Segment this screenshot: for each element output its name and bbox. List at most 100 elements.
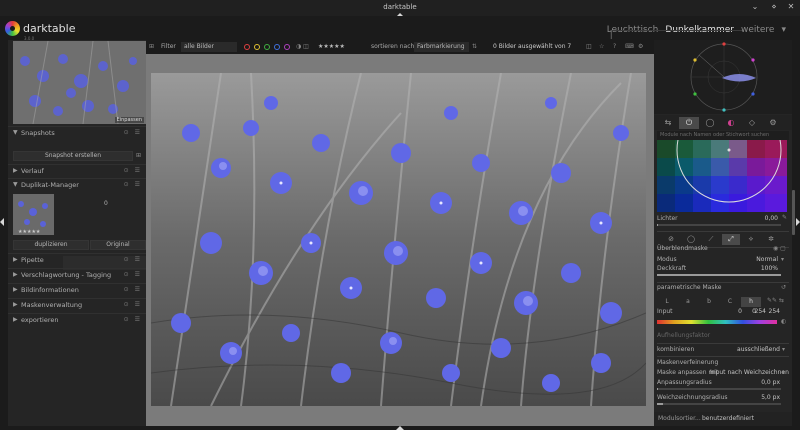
tab-base-modules-icon[interactable]: ⏻ bbox=[679, 117, 699, 129]
picker-icons[interactable]: ✎✎ ⇆ bbox=[767, 297, 784, 304]
module-presets-icon[interactable]: ⊙ ☰ bbox=[124, 301, 142, 308]
channel-tab-h[interactable]: h bbox=[741, 297, 761, 307]
channel-tab-l[interactable]: L bbox=[657, 297, 677, 307]
module-presets-icon[interactable]: ⊙ ☰ bbox=[124, 181, 142, 188]
channel-tab-b[interactable]: b bbox=[699, 297, 719, 307]
create-snapshot-button[interactable]: Snapshot erstellen bbox=[13, 151, 133, 161]
blend-off-icon[interactable]: ⊘ bbox=[662, 234, 680, 245]
module-snapshots[interactable]: ▼ Snapshots ⊙ ☰ bbox=[8, 126, 146, 138]
blend-uniform-icon[interactable]: ◯ bbox=[682, 234, 700, 245]
sort-dropdown[interactable]: Farbmarkierung bbox=[414, 42, 469, 52]
minimize-icon[interactable]: ⌄ bbox=[750, 2, 760, 12]
original-button[interactable]: Original bbox=[90, 240, 146, 250]
color-label-yellow-icon[interactable] bbox=[254, 44, 260, 50]
refinement-label: Maskenverfeinerung bbox=[657, 359, 719, 366]
navigation-preview[interactable]: Einpassen bbox=[13, 41, 146, 124]
input-hue-gradient[interactable] bbox=[657, 320, 777, 324]
selection-count: 0 Bilder ausgewählt von 7 bbox=[493, 43, 572, 50]
opacity-value[interactable]: 100% bbox=[754, 265, 778, 272]
blend-raster-icon[interactable]: ✲ bbox=[762, 234, 780, 245]
channel-tab-c[interactable]: C bbox=[720, 297, 740, 307]
module-order-value[interactable]: benutzerdefiniert bbox=[702, 415, 754, 422]
lightness-slider[interactable] bbox=[657, 224, 781, 226]
module-export[interactable]: ▶ exportieren ⊙ ☰ bbox=[8, 313, 146, 325]
chevron-down-icon[interactable]: ▾ bbox=[782, 369, 785, 376]
color-label-blue-icon[interactable] bbox=[274, 44, 280, 50]
filter-dropdown[interactable]: alle Bilder bbox=[181, 42, 237, 52]
color-picker-icon[interactable]: ✎ bbox=[782, 214, 787, 221]
close-icon[interactable]: ✕ bbox=[786, 2, 796, 12]
image-canvas[interactable] bbox=[146, 54, 654, 426]
collapse-bottom-panel-icon[interactable] bbox=[396, 426, 404, 430]
gear-icon[interactable]: ⚙ bbox=[638, 43, 643, 50]
duplicate-rating-stars[interactable]: ★★★★★ bbox=[18, 229, 40, 235]
divider bbox=[657, 282, 789, 283]
eye-icon[interactable]: ◉ ▢ bbox=[773, 245, 786, 252]
help-icon[interactable]: ? bbox=[613, 43, 616, 50]
color-label-toggle-icon[interactable]: ◑ ◫ bbox=[296, 43, 309, 50]
chevron-down-icon[interactable]: ▾ bbox=[781, 25, 786, 35]
snapshot-compare-icon[interactable]: ⊞ bbox=[136, 152, 141, 159]
blur-radius-slider[interactable] bbox=[657, 403, 781, 405]
rating-filter[interactable]: ★★★★★ bbox=[318, 43, 345, 50]
tab-tone-modules-icon[interactable]: ◯ bbox=[700, 117, 720, 129]
input-value-4: 254 bbox=[768, 308, 780, 315]
zoom-label[interactable]: Einpassen bbox=[114, 117, 144, 123]
module-picker[interactable]: ▶ Pipette ⊙ ☰ bbox=[8, 253, 146, 265]
feather-radius-slider[interactable] bbox=[657, 388, 781, 390]
tab-active-modules-icon[interactable]: ⇆ bbox=[658, 117, 678, 129]
edited-photo[interactable] bbox=[151, 73, 646, 406]
module-mask-manager[interactable]: ▶ Maskenverwaltung ⊙ ☰ bbox=[8, 298, 146, 310]
overlay-icon[interactable]: ◫ bbox=[586, 43, 592, 50]
module-presets-icon[interactable]: ⊙ ☰ bbox=[124, 129, 142, 136]
view-more[interactable]: weitere bbox=[741, 25, 775, 35]
tab-correct-modules-icon[interactable]: ◇ bbox=[742, 117, 762, 129]
keyboard-icon[interactable]: ⌨ bbox=[625, 43, 634, 50]
module-presets-icon[interactable]: ⊙ ☰ bbox=[124, 286, 142, 293]
reset-icon[interactable]: ↺ bbox=[781, 284, 786, 291]
module-tagging[interactable]: ▶ Verschlagwortung - Tagging ⊙ ☰ bbox=[8, 268, 146, 280]
module-image-info[interactable]: ▶ Bildinformationen ⊙ ☰ bbox=[8, 283, 146, 295]
opacity-slider[interactable] bbox=[657, 274, 781, 276]
grid-icon[interactable]: ⊞ bbox=[149, 43, 154, 50]
module-search-input[interactable]: Module nach Namen oder Stichwort suchen bbox=[657, 131, 789, 140]
module-presets-icon[interactable]: ⊙ ☰ bbox=[124, 256, 142, 263]
duplicate-button[interactable]: duplizieren bbox=[13, 240, 89, 250]
color-mapping-grid[interactable] bbox=[657, 140, 787, 212]
color-label-red-icon[interactable] bbox=[244, 44, 250, 50]
module-label: Pipette bbox=[21, 256, 44, 264]
tab-effect-modules-icon[interactable]: ⚙ bbox=[763, 117, 783, 129]
blur-radius-value[interactable]: 5,0 px bbox=[754, 394, 780, 401]
star-icon[interactable]: ☆ bbox=[599, 43, 604, 50]
collapse-right-panel-icon[interactable] bbox=[796, 218, 800, 226]
invert-icon[interactable]: ◐ bbox=[781, 318, 786, 325]
module-presets-icon[interactable]: ⊙ ☰ bbox=[124, 271, 142, 278]
lightness-value[interactable]: 0,00 bbox=[754, 215, 778, 222]
feather-mode-dropdown[interactable]: Input nach Weichzeichnen bbox=[710, 369, 789, 376]
chevron-right-icon: ▶ bbox=[13, 256, 18, 263]
channel-tab-a[interactable]: a bbox=[678, 297, 698, 307]
tab-color-modules-icon[interactable]: ◐ bbox=[721, 117, 741, 129]
module-duplicate-manager[interactable]: ▼ Duplikat-Manager ⊙ ☰ bbox=[8, 178, 146, 190]
sort-order-icon[interactable]: ⇅ bbox=[472, 43, 477, 50]
module-presets-icon[interactable]: ⊙ ☰ bbox=[124, 167, 142, 174]
mode-dropdown[interactable]: Normal bbox=[744, 256, 778, 263]
right-panel-scrollbar[interactable] bbox=[792, 190, 795, 235]
blend-parametric-icon[interactable]: ⤢ bbox=[722, 234, 740, 245]
divider bbox=[657, 231, 789, 232]
vectorscope[interactable] bbox=[654, 40, 792, 114]
blend-drawn-icon[interactable]: ⟋ bbox=[702, 234, 720, 245]
feather-radius-value[interactable]: 0,0 px bbox=[754, 379, 780, 386]
collapse-left-panel-icon[interactable] bbox=[0, 218, 4, 226]
color-label-purple-icon[interactable] bbox=[284, 44, 290, 50]
module-history[interactable]: ▶ Verlauf ⊙ ☰ bbox=[8, 164, 146, 176]
combine-dropdown[interactable]: ausschließend bbox=[728, 346, 780, 353]
module-presets-icon[interactable]: ⊙ ☰ bbox=[124, 316, 142, 323]
maximize-icon[interactable]: ⋄ bbox=[769, 2, 779, 12]
chevron-down-icon[interactable]: ▾ bbox=[782, 346, 785, 353]
opacity-slider-fill bbox=[657, 274, 781, 276]
blend-drawn-parametric-icon[interactable]: ⟡ bbox=[742, 234, 760, 245]
parametric-mask-label: parametrische Maske bbox=[657, 284, 722, 291]
color-label-green-icon[interactable] bbox=[264, 44, 270, 50]
chevron-down-icon[interactable]: ▾ bbox=[781, 256, 784, 263]
